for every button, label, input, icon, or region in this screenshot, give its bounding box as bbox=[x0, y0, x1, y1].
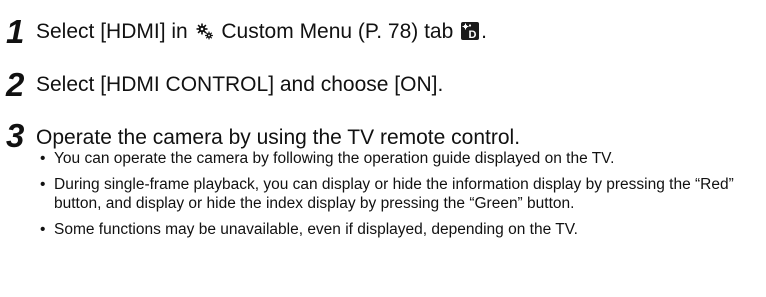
instruction-text: . bbox=[481, 20, 487, 43]
step-instruction: Select [HDMI CONTROL] and choose [ON]. bbox=[36, 73, 444, 96]
gear-custom-menu-icon bbox=[196, 23, 213, 40]
step-number: 3 bbox=[6, 117, 25, 154]
custom-menu-tab-d-icon: D bbox=[461, 22, 480, 40]
bullet-icon: • bbox=[40, 175, 46, 193]
bullet-icon: • bbox=[40, 220, 46, 238]
bullet-icon: • bbox=[40, 150, 46, 167]
tab-letter: D bbox=[469, 29, 477, 40]
step-2: 2 Select [HDMI CONTROL] and choose [ON]. bbox=[0, 66, 766, 103]
note-text: Some functions may be unavailable, even … bbox=[54, 220, 578, 238]
step-instruction: Select [HDMI] in Custom Menu (P. 78) tab bbox=[36, 21, 487, 42]
step-1: 1 Select [HDMI] in Custom Menu (P. 78) t… bbox=[0, 13, 766, 50]
instruction-text: Select [HDMI] in bbox=[36, 20, 194, 43]
note-text: You can operate the camera by following … bbox=[54, 150, 615, 167]
step-instruction: Operate the camera by using the TV remot… bbox=[36, 126, 521, 149]
instruction-text: Custom Menu (P. 78) tab bbox=[215, 20, 460, 43]
step-number: 2 bbox=[6, 66, 25, 103]
list-item: • During single-frame playback, you can d… bbox=[38, 175, 758, 214]
step-3-notes: • You can operate the camera by following… bbox=[38, 149, 758, 239]
list-item: • Some functions may be unavailable, even… bbox=[38, 220, 758, 240]
step-3: 3 Operate the camera by using the TV rem… bbox=[0, 117, 766, 154]
note-text: During single-frame playback, you can di… bbox=[54, 175, 734, 213]
list-item: • You can operate the camera by following… bbox=[38, 149, 758, 169]
step-number: 1 bbox=[6, 13, 25, 50]
